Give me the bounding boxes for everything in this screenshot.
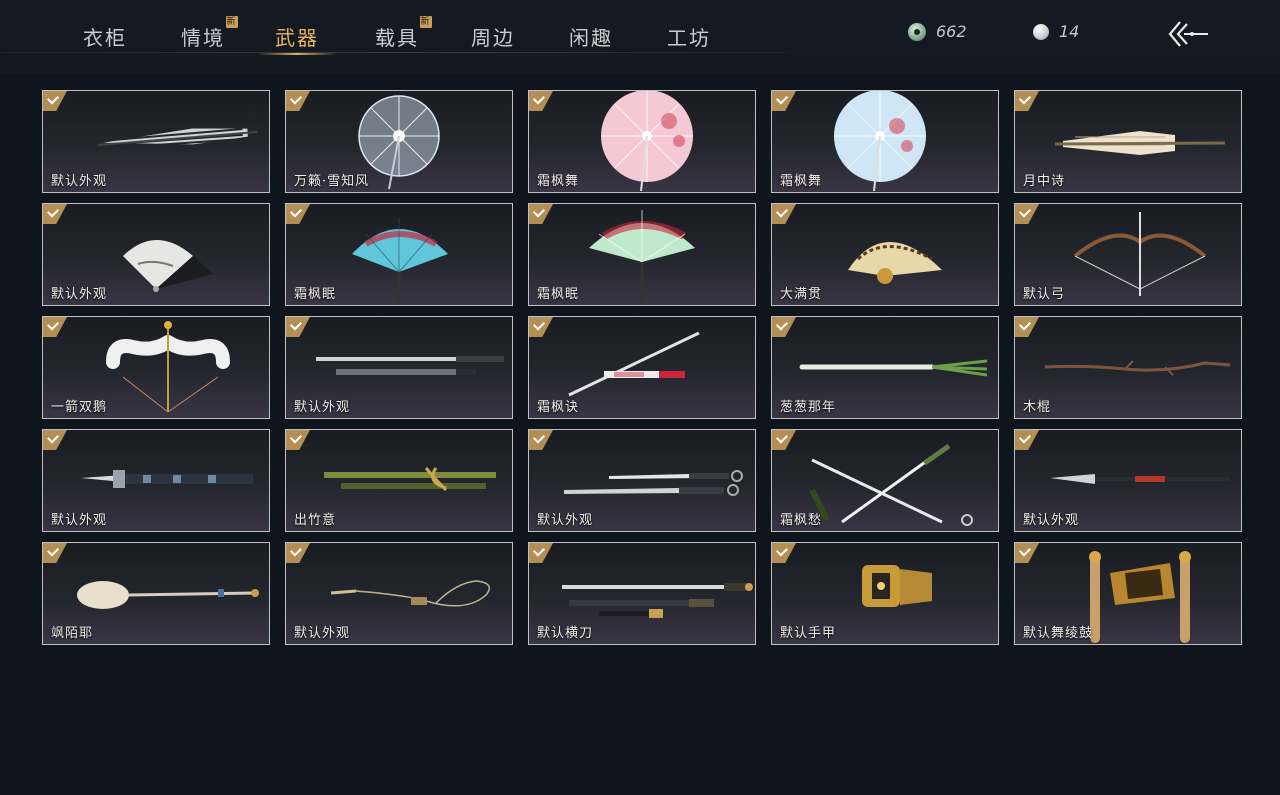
weapon-label: 霜枫眠 <box>294 287 337 302</box>
weapon-card[interactable]: 葱葱那年 <box>771 316 999 419</box>
weapon-card[interactable]: 霜枫舞 <box>771 90 999 193</box>
weapon-card[interactable]: 飒陌耶 <box>42 542 270 645</box>
tab-leisure[interactable]: 闲趣 <box>569 22 613 51</box>
weapon-card[interactable]: 霜枫诀 <box>528 316 756 419</box>
tab-merch[interactable]: 周边 <box>471 22 515 51</box>
weapon-card[interactable]: 默认外观 <box>42 429 270 532</box>
weapon-label: 默认弓 <box>1023 287 1066 302</box>
weapon-card[interactable]: 霜枫眠 <box>285 203 513 306</box>
weapon-card[interactable]: 一箭双鹅 <box>42 316 270 419</box>
top-nav-bar: 衣柜 情境新 武器 载具新 周边 闲趣 工坊 662 14 <box>0 0 1280 74</box>
pearl-icon <box>1033 23 1049 40</box>
weapon-label: 默认外观 <box>51 174 108 189</box>
weapon-label: 默认舞绫鼓 <box>1023 626 1094 641</box>
weapon-card[interactable]: 木棍 <box>1014 316 1242 419</box>
weapon-label: 霜枫眠 <box>537 287 580 302</box>
tab-weapons[interactable]: 武器 <box>257 22 337 55</box>
weapon-card[interactable]: 万籁·雪知风 <box>285 90 513 193</box>
weapon-label: 霜枫舞 <box>537 174 580 189</box>
tab-label: 情境 <box>181 26 225 50</box>
pearl-currency: 14 <box>1033 22 1079 41</box>
weapon-label: 飒陌耶 <box>51 626 94 641</box>
jade-coin-icon <box>908 22 926 41</box>
weapon-label: 出竹意 <box>294 513 337 528</box>
weapon-label: 默认外观 <box>1023 513 1080 528</box>
back-arrow-icon[interactable] <box>1166 18 1210 50</box>
weapon-card[interactable]: 默认外观 <box>42 90 270 193</box>
weapon-label: 霜枫诀 <box>537 400 580 415</box>
new-badge: 新 <box>420 16 432 28</box>
weapon-card[interactable]: 默认弓 <box>1014 203 1242 306</box>
tab-workshop[interactable]: 工坊 <box>667 22 711 51</box>
jade-currency: 662 <box>908 22 967 41</box>
weapon-label: 默认手甲 <box>780 626 837 641</box>
weapon-label: 葱葱那年 <box>780 400 837 415</box>
weapon-label: 默认外观 <box>51 287 108 302</box>
weapon-label: 默认外观 <box>51 513 108 528</box>
tab-wardrobe[interactable]: 衣柜 <box>83 22 127 51</box>
weapon-label: 霜枫愁 <box>780 513 823 528</box>
weapon-card[interactable]: 默认外观 <box>285 542 513 645</box>
weapon-card[interactable]: 默认横刀 <box>528 542 756 645</box>
weapon-label: 大满贯 <box>780 287 823 302</box>
weapon-label: 万籁·雪知风 <box>294 174 370 189</box>
tab-scene[interactable]: 情境新 <box>181 16 238 51</box>
weapon-label: 霜枫舞 <box>780 174 823 189</box>
new-badge: 新 <box>226 16 238 28</box>
weapon-label: 默认外观 <box>294 626 351 641</box>
weapon-label: 默认横刀 <box>537 626 594 641</box>
weapon-card[interactable]: 霜枫愁 <box>771 429 999 532</box>
weapon-label: 一箭双鹅 <box>51 400 108 415</box>
weapon-card[interactable]: 默认外观 <box>528 429 756 532</box>
tab-label: 载具 <box>375 26 419 50</box>
weapon-label: 默认外观 <box>537 513 594 528</box>
weapon-label: 月中诗 <box>1023 174 1066 189</box>
weapon-card[interactable]: 默认外观 <box>1014 429 1242 532</box>
weapon-label: 木棍 <box>1023 400 1052 415</box>
nav-divider <box>0 52 790 53</box>
weapon-card[interactable]: 默认外观 <box>285 316 513 419</box>
weapon-card[interactable]: 默认舞绫鼓 <box>1014 542 1242 645</box>
weapon-card[interactable]: 大满贯 <box>771 203 999 306</box>
weapon-card[interactable]: 出竹意 <box>285 429 513 532</box>
weapon-card[interactable]: 默认外观 <box>42 203 270 306</box>
weapon-card[interactable]: 霜枫眠 <box>528 203 756 306</box>
weapon-card[interactable]: 霜枫舞 <box>528 90 756 193</box>
weapon-card[interactable]: 月中诗 <box>1014 90 1242 193</box>
pearl-amount: 14 <box>1059 22 1080 41</box>
weapon-label: 默认外观 <box>294 400 351 415</box>
weapon-card[interactable]: 默认手甲 <box>771 542 999 645</box>
tab-vehicles[interactable]: 载具新 <box>375 16 432 51</box>
jade-amount: 662 <box>936 22 967 41</box>
